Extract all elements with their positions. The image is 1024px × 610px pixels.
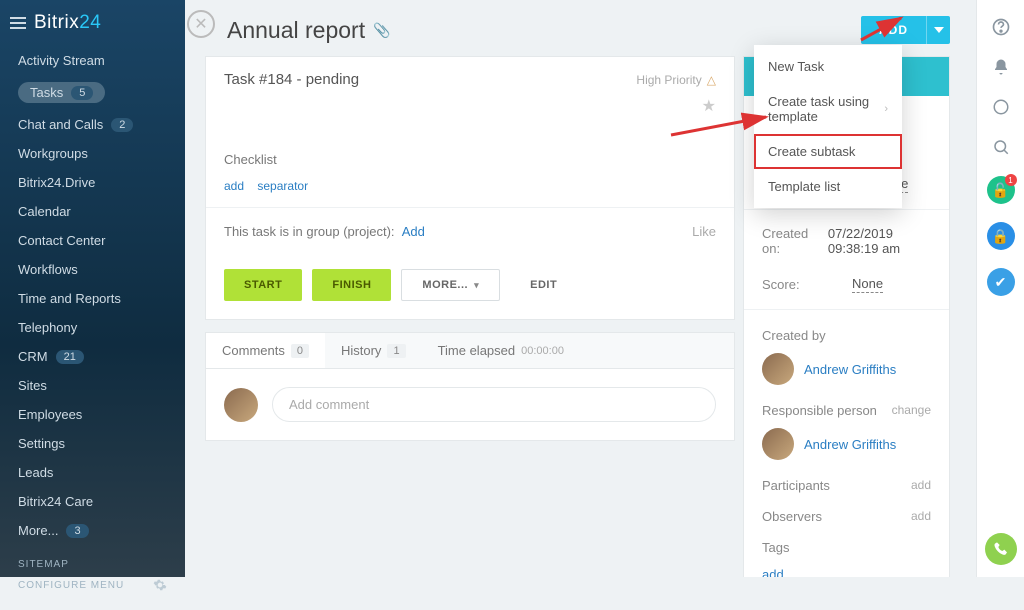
checklist-add-link[interactable]: add <box>224 179 244 193</box>
gear-icon[interactable] <box>153 578 167 592</box>
attachment-icon[interactable]: 📎 <box>373 22 390 39</box>
sidebar-item-tasks[interactable]: Tasks5 <box>0 75 185 110</box>
sidebar-item-crm[interactable]: CRM21 <box>0 342 185 371</box>
avatar <box>762 428 794 460</box>
tab-history[interactable]: History1 <box>325 333 422 368</box>
tab-comments[interactable]: Comments0 <box>206 333 325 368</box>
sidebar-item-sites[interactable]: Sites <box>0 371 185 400</box>
search-icon[interactable] <box>990 136 1012 158</box>
chat-icon[interactable] <box>990 96 1012 118</box>
sidebar-item-telephony[interactable]: Telephony <box>0 313 185 342</box>
help-icon[interactable] <box>990 16 1012 38</box>
score-value[interactable]: None <box>852 276 883 293</box>
responsible-user[interactable]: Andrew Griffiths <box>804 437 896 452</box>
right-rail: 🔓1 🔒 ✔ <box>976 0 1024 577</box>
hamburger-icon[interactable] <box>10 17 26 29</box>
lock-icon[interactable]: 🔒 <box>987 222 1015 250</box>
score-label: Score: <box>762 277 852 292</box>
page-title: Annual report <box>227 17 365 44</box>
add-button[interactable]: ADD <box>861 16 950 44</box>
star-icon[interactable]: ★ <box>702 96 716 116</box>
configure-menu-link[interactable]: CONFIGURE MENU <box>18 580 124 591</box>
chevron-right-icon: › <box>884 103 888 115</box>
bell-icon[interactable] <box>990 56 1012 78</box>
tags-label: Tags <box>762 540 789 555</box>
sidebar-item-settings[interactable]: Settings <box>0 429 185 458</box>
sidebar-item-care[interactable]: Bitrix24 Care <box>0 487 185 516</box>
like-button[interactable]: Like <box>692 224 716 239</box>
change-responsible-link[interactable]: change <box>892 403 931 418</box>
sidebar-item-leads[interactable]: Leads <box>0 458 185 487</box>
tab-time-elapsed[interactable]: Time elapsed00:00:00 <box>422 333 580 368</box>
more-button[interactable]: MORE...▾ <box>401 269 500 301</box>
sidebar-item-workgroups[interactable]: Workgroups <box>0 139 185 168</box>
group-add-link[interactable]: Add <box>402 224 425 239</box>
avatar <box>224 388 258 422</box>
created-on-label: Created on: <box>762 226 828 256</box>
created-on-value: 07/22/2019 09:38:19 am <box>828 226 931 256</box>
sidebar-nav: Activity Stream Tasks5 Chat and Calls2 W… <box>0 46 185 545</box>
task-card: Task #184 - pending High Priority△ ★ Che… <box>205 56 735 320</box>
add-observer-link[interactable]: add <box>911 509 931 524</box>
sidebar-item-contact-center[interactable]: Contact Center <box>0 226 185 255</box>
main-area: Annual report 📎 ADD Task #184 - pending … <box>185 0 976 577</box>
sidebar-item-employees[interactable]: Employees <box>0 400 185 429</box>
checklist-label: Checklist <box>206 146 734 173</box>
lock-open-icon[interactable]: 🔓1 <box>987 176 1015 204</box>
sitemap-link[interactable]: SITEMAP <box>18 559 69 570</box>
menu-create-template[interactable]: Create task using template› <box>754 84 902 134</box>
sidebar-item-calendar[interactable]: Calendar <box>0 197 185 226</box>
task-title: Task #184 - pending <box>224 71 359 88</box>
add-dropdown-menu: New Task Create task using template› Cre… <box>754 45 902 208</box>
finish-button[interactable]: FINISH <box>312 269 391 301</box>
add-participant-link[interactable]: add <box>911 478 931 493</box>
responsible-label: Responsible person <box>762 403 877 418</box>
created-by-label: Created by <box>762 328 826 343</box>
sidebar-item-chat[interactable]: Chat and Calls2 <box>0 110 185 139</box>
sidebar-item-time-reports[interactable]: Time and Reports <box>0 284 185 313</box>
menu-create-subtask[interactable]: Create subtask <box>754 134 902 169</box>
add-tag-link[interactable]: add <box>762 567 784 577</box>
sidebar-item-activity-stream[interactable]: Activity Stream <box>0 46 185 75</box>
high-priority-label: High Priority△ <box>636 73 716 87</box>
flame-icon: △ <box>707 73 716 87</box>
comment-input[interactable]: Add comment <box>272 387 716 422</box>
shield-icon[interactable]: ✔ <box>987 268 1015 296</box>
edit-button[interactable]: EDIT <box>510 269 577 301</box>
add-dropdown-toggle[interactable] <box>926 16 950 44</box>
menu-template-list[interactable]: Template list <box>754 169 902 204</box>
start-button[interactable]: START <box>224 269 302 301</box>
sidebar: Bitrix24 ✕ Activity Stream Tasks5 Chat a… <box>0 0 185 577</box>
group-text: This task is in group (project): <box>224 224 395 239</box>
tabs-card: Comments0 History1 Time elapsed00:00:00 … <box>205 332 735 441</box>
sidebar-item-workflows[interactable]: Workflows <box>0 255 185 284</box>
participants-label: Participants <box>762 478 830 493</box>
checklist-separator-link[interactable]: separator <box>257 179 308 193</box>
avatar <box>762 353 794 385</box>
sidebar-item-drive[interactable]: Bitrix24.Drive <box>0 168 185 197</box>
sidebar-item-more[interactable]: More...3 <box>0 516 185 545</box>
phone-button[interactable] <box>985 533 1017 565</box>
brand-logo: Bitrix24 <box>34 12 101 34</box>
menu-new-task[interactable]: New Task <box>754 49 902 84</box>
created-by-user[interactable]: Andrew Griffiths <box>804 362 896 377</box>
observers-label: Observers <box>762 509 822 524</box>
